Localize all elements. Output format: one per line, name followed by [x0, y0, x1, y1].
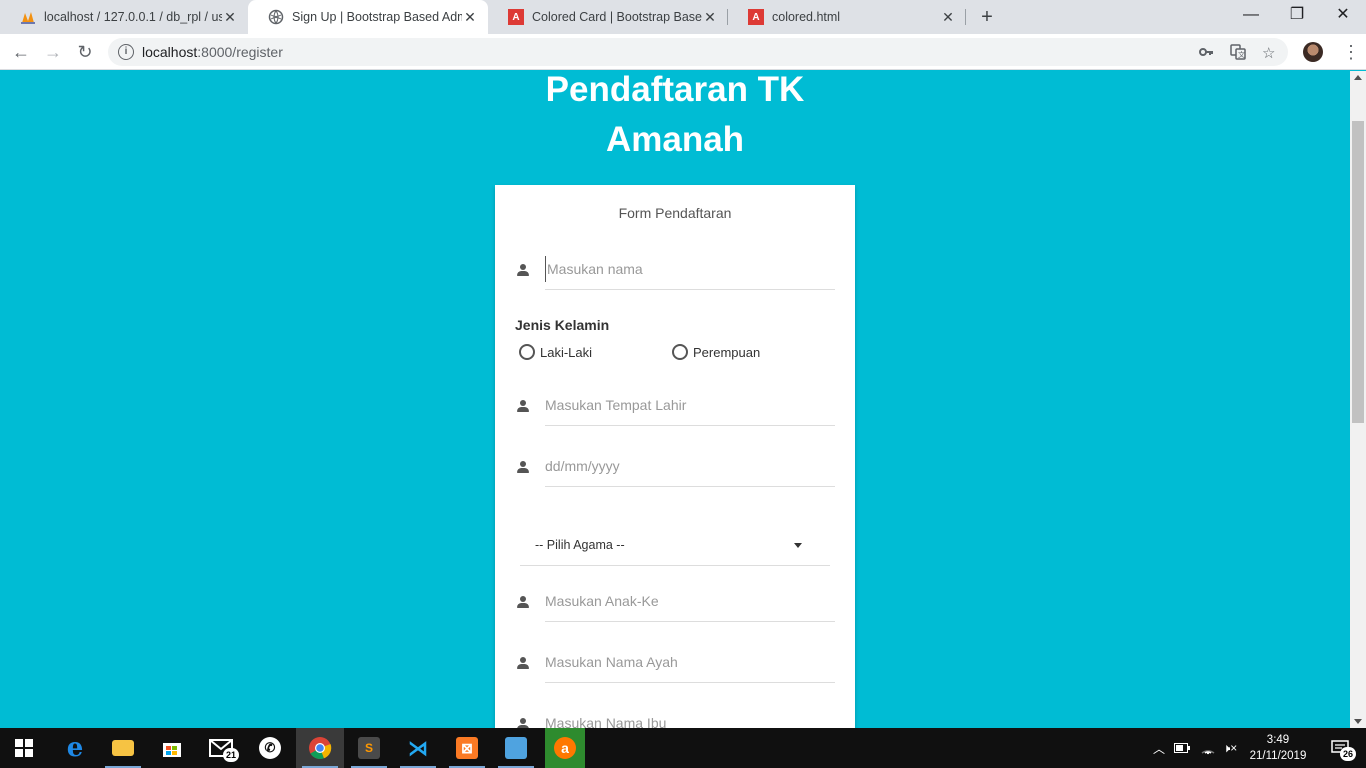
file-explorer-taskbar-item[interactable] — [99, 728, 147, 768]
birthplace-field — [515, 386, 835, 426]
tab-colored-card[interactable]: A Colored Card | Bootstrap Based A ✕ — [488, 0, 728, 34]
radio-circle[interactable] — [672, 344, 688, 360]
gender-label: Jenis Kelamin — [515, 317, 610, 333]
scroll-up-arrow-icon[interactable] — [1354, 75, 1362, 80]
tab-phpmyadmin[interactable]: localhost / 127.0.0.1 / db_rpl / us ✕ — [0, 0, 248, 34]
tab-sign-up[interactable]: Sign Up | Bootstrap Based Admin ✕ — [248, 0, 488, 34]
father-name-input[interactable] — [545, 649, 835, 675]
tab-colored-html[interactable]: A colored.html ✕ — [728, 0, 966, 34]
child-order-input[interactable] — [545, 588, 835, 614]
sublime-text-icon: S — [358, 737, 380, 759]
edge-icon: e — [66, 733, 84, 763]
show-hidden-icons-chevron-icon[interactable]: ︿ — [1150, 728, 1168, 768]
wifi-icon[interactable] — [1199, 728, 1217, 768]
info-icon[interactable]: i — [118, 44, 134, 60]
browser-tab-strip: localhost / 127.0.0.1 / db_rpl / us ✕ Si… — [0, 0, 1366, 34]
store-icon — [163, 743, 181, 757]
vscode-taskbar-item[interactable]: ⋊ — [394, 728, 442, 768]
reload-button[interactable]: ↻ — [73, 40, 97, 64]
bookmark-star-icon[interactable]: ☆ — [1262, 44, 1275, 62]
birthdate-input[interactable] — [545, 453, 835, 479]
birthdate-field — [515, 447, 835, 487]
browser-toolbar: ← → ↻ i localhost:8000/register 文 ☆ — [0, 34, 1366, 70]
svg-text:文: 文 — [1238, 50, 1245, 59]
name-field — [515, 250, 835, 290]
radio-laki-laki[interactable]: Laki-Laki — [519, 344, 592, 360]
folder-icon — [112, 740, 134, 756]
system-clock[interactable]: 3:49 21/11/2019 — [1238, 732, 1318, 764]
control-panel-taskbar-item[interactable] — [492, 728, 540, 768]
radio-perempuan[interactable]: Perempuan — [672, 344, 760, 360]
address-bar[interactable]: i localhost:8000/register 文 ☆ — [108, 38, 1288, 66]
name-input[interactable] — [545, 256, 835, 282]
tab-divider — [965, 9, 966, 25]
notification-badge: 26 — [1340, 747, 1356, 761]
dropdown-caret-icon — [794, 543, 802, 548]
edge-taskbar-item[interactable]: e — [51, 728, 99, 768]
start-button[interactable] — [0, 728, 48, 768]
mail-badge: 21 — [223, 748, 239, 762]
store-taskbar-item[interactable] — [148, 728, 196, 768]
page-title: Pendaftaran TK Amanah — [545, 71, 805, 159]
avast-taskbar-item[interactable]: a — [545, 728, 585, 768]
religion-selected-value: -- Pilih Agama -- — [535, 538, 625, 552]
card-title: Form Pendaftaran — [618, 205, 732, 221]
close-tab-icon[interactable]: ✕ — [222, 9, 238, 25]
mother-name-field — [515, 704, 835, 728]
windows-taskbar: e 21 ✆ S ⋊ ⊠ a ︿ 🕨× 3:49 21/11/2019 26 — [0, 728, 1366, 768]
key-icon[interactable] — [1198, 44, 1214, 64]
page-viewport: Pendaftaran TK Amanah Form Pendaftaran J… — [0, 71, 1350, 728]
action-center-icon[interactable]: 26 — [1320, 728, 1360, 768]
xampp-icon: ⊠ — [456, 737, 478, 759]
profile-avatar[interactable] — [1303, 42, 1323, 62]
vscode-icon: ⋊ — [408, 737, 428, 760]
control-panel-icon — [505, 737, 527, 759]
radio-circle[interactable] — [519, 344, 535, 360]
person-icon — [515, 655, 531, 671]
whatsapp-icon: ✆ — [259, 737, 281, 759]
birthplace-input[interactable] — [545, 392, 835, 418]
close-tab-icon[interactable]: ✕ — [462, 9, 478, 25]
angular-icon: A — [508, 9, 524, 25]
registration-card: Form Pendaftaran Jenis Kelamin Laki-Laki… — [495, 185, 855, 728]
scrollbar-thumb[interactable] — [1352, 121, 1364, 423]
close-tab-icon[interactable]: ✕ — [702, 9, 718, 25]
chrome-icon — [309, 737, 332, 760]
scroll-down-arrow-icon[interactable] — [1354, 719, 1362, 724]
avast-icon: a — [554, 737, 576, 759]
mail-taskbar-item[interactable]: 21 — [197, 728, 245, 768]
mother-name-input[interactable] — [545, 710, 835, 728]
url-text[interactable]: localhost:8000/register — [142, 44, 283, 60]
translate-icon[interactable]: 文 — [1230, 44, 1246, 64]
phpmyadmin-icon — [20, 9, 36, 25]
father-name-field — [515, 643, 835, 683]
whatsapp-taskbar-item[interactable]: ✆ — [246, 728, 294, 768]
sublime-taskbar-item[interactable]: S — [345, 728, 393, 768]
close-window-button[interactable]: ✕ — [1320, 0, 1366, 30]
globe-icon — [268, 9, 284, 25]
page-scrollbar[interactable] — [1350, 71, 1366, 728]
person-icon — [515, 594, 531, 610]
religion-select[interactable]: -- Pilih Agama -- — [520, 528, 830, 566]
minimize-button[interactable]: — — [1228, 0, 1274, 30]
back-button[interactable]: ← — [9, 40, 33, 64]
angular-icon: A — [748, 9, 764, 25]
person-icon — [515, 398, 531, 414]
battery-icon[interactable] — [1173, 728, 1191, 768]
close-tab-icon[interactable]: ✕ — [940, 9, 956, 25]
new-tab-button[interactable]: + — [975, 5, 999, 29]
browser-menu-icon[interactable]: ⋮ — [1342, 40, 1360, 64]
person-icon — [515, 262, 531, 278]
windows-logo-icon — [15, 739, 33, 757]
person-icon — [515, 716, 531, 728]
child-order-field — [515, 582, 835, 622]
forward-button[interactable]: → — [41, 40, 65, 64]
chrome-taskbar-item[interactable] — [296, 728, 344, 768]
restore-button[interactable]: ❐ — [1274, 0, 1320, 30]
person-icon — [515, 459, 531, 475]
xampp-taskbar-item[interactable]: ⊠ — [443, 728, 491, 768]
volume-muted-icon[interactable]: 🕨× — [1221, 728, 1239, 768]
